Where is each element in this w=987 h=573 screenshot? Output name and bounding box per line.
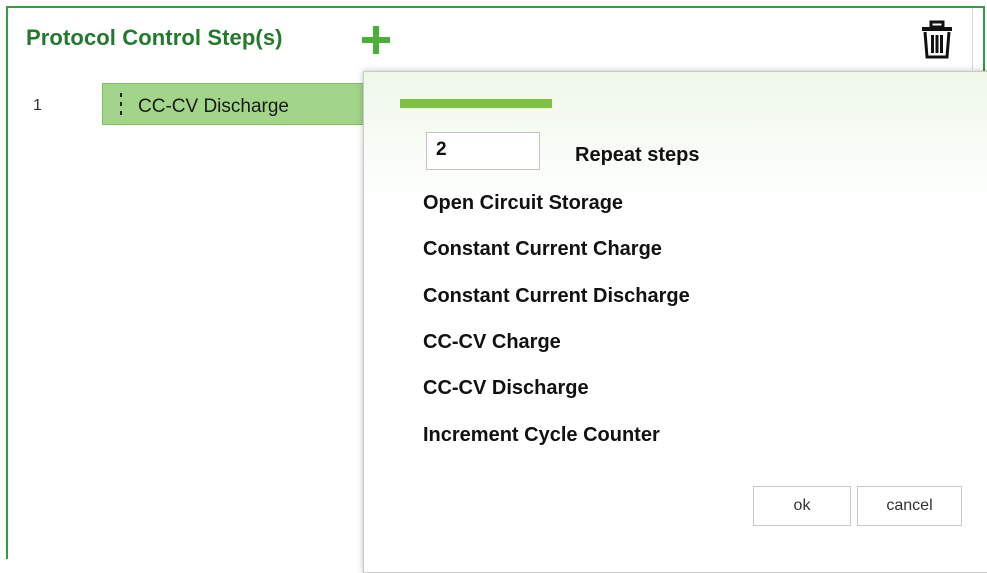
option-open-circuit-storage[interactable]: Open Circuit Storage [423, 192, 623, 215]
step-type-popup: 2 Repeat steps Open Circuit Storage Cons… [363, 71, 987, 573]
option-cc-cv-discharge[interactable]: CC-CV Discharge [423, 377, 589, 400]
add-step-button[interactable] [360, 26, 392, 54]
ok-button[interactable]: ok [753, 486, 851, 526]
option-constant-current-charge[interactable]: Constant Current Charge [423, 238, 662, 261]
popup-accent-bar [400, 99, 552, 108]
step-item-cc-cv-discharge[interactable]: CC-CV Discharge [102, 83, 370, 125]
repeat-steps-label[interactable]: Repeat steps [575, 144, 700, 167]
drag-handle-icon[interactable] [119, 93, 123, 115]
header-divider [972, 8, 973, 70]
step-number: 1 [33, 97, 42, 114]
option-constant-current-discharge[interactable]: Constant Current Discharge [423, 285, 690, 308]
repeat-count-input[interactable]: 2 [426, 132, 540, 170]
option-increment-cycle-counter[interactable]: Increment Cycle Counter [423, 424, 660, 447]
plus-icon [362, 26, 390, 54]
option-cc-cv-charge[interactable]: CC-CV Charge [423, 331, 561, 354]
cancel-button[interactable]: cancel [857, 486, 962, 526]
trash-icon [922, 20, 952, 59]
step-label: CC-CV Discharge [138, 96, 289, 117]
panel-title: Protocol Control Step(s) [26, 25, 283, 50]
delete-step-button[interactable] [920, 20, 954, 60]
